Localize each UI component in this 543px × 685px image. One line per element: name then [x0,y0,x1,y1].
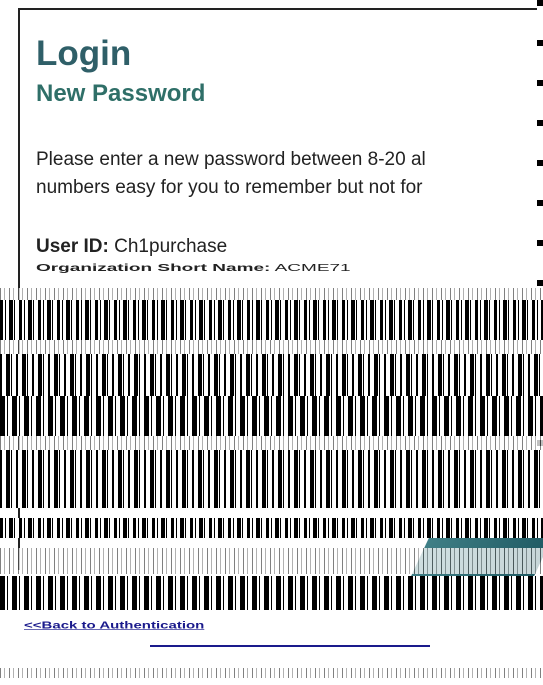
org-short-name-value: ACME71 [274,262,351,274]
back-link-underline [150,645,430,647]
glitch-bars-3 [0,396,543,436]
glitch-noise-2 [0,340,543,354]
glitch-bars-1 [0,300,543,340]
org-short-name-label: Organization Short Name: [36,262,271,274]
user-id-label: User ID: [36,236,109,257]
glitch-noise-1 [0,288,543,300]
glitch-bars-4 [0,450,543,508]
back-to-authentication-link[interactable]: <<Back to Authentication [24,620,204,631]
glitch-noise-5 [0,668,543,678]
instructions-text: Please enter a new password between 8-20… [36,146,543,202]
glitch-noise-3 [0,436,543,450]
org-short-name-row: Organization Short Name: ACME71 [36,262,351,274]
glitch-bars-5 [0,518,543,538]
instructions-line-1: Please enter a new password between 8-20… [36,149,426,170]
user-id-row: User ID: Ch1purchase [36,236,227,258]
user-id-value: Ch1purchase [114,236,228,257]
page-title: Login [36,34,132,73]
glitch-bars-2 [0,354,543,396]
glitch-noise-4 [0,548,543,574]
glitch-bars-6 [0,576,543,610]
page-subtitle: New Password [36,80,206,107]
instructions-line-2: numbers easy for you to remember but not… [36,177,423,198]
